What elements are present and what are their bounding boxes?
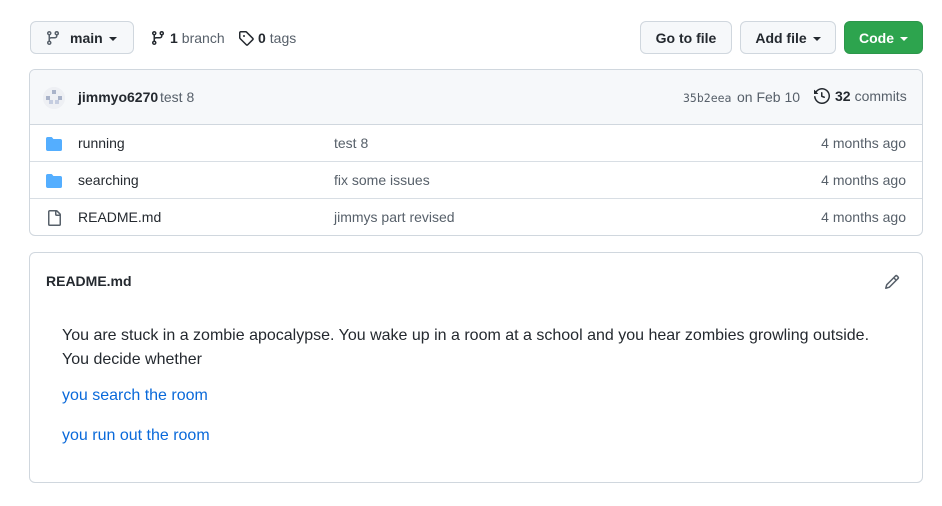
- chevron-down-icon: [108, 36, 117, 41]
- branch-select-button[interactable]: main: [30, 21, 134, 54]
- go-to-file-label: Go to file: [655, 29, 717, 46]
- file-row-searching[interactable]: searching fix some issues 4 months ago: [30, 162, 922, 199]
- branches-link[interactable]: 1 branch: [150, 21, 225, 54]
- search-room-link[interactable]: you search the room: [62, 387, 208, 405]
- pencil-icon[interactable]: [884, 274, 900, 290]
- add-file-button[interactable]: Add file: [740, 21, 836, 54]
- tag-label: tags: [269, 29, 297, 46]
- file-name[interactable]: running: [78, 135, 125, 151]
- commits-link[interactable]: 32 commits: [814, 88, 907, 104]
- git-branch-icon: [151, 30, 164, 45]
- branch-label: branch: [181, 29, 225, 46]
- commit-sha[interactable]: 35b2eea: [683, 91, 731, 105]
- commit-count: 32: [835, 88, 851, 104]
- file-browser: jimmyo6270 test 8 35b2eea on Feb 10 32 c…: [29, 69, 923, 236]
- go-to-file-button[interactable]: Go to file: [640, 21, 732, 54]
- file-commit-message[interactable]: jimmys part revised: [334, 209, 455, 225]
- file-row-readme[interactable]: README.md jimmys part revised 4 months a…: [30, 199, 922, 235]
- identicon-icon: [43, 87, 65, 109]
- chevron-down-icon: [900, 36, 908, 41]
- commit-count-label: commits: [854, 88, 907, 104]
- tags-link[interactable]: 0 tags: [238, 21, 296, 54]
- file-age: 4 months ago: [821, 172, 906, 188]
- avatar[interactable]: [43, 87, 65, 109]
- run-out-room-link[interactable]: you run out the room: [62, 427, 210, 445]
- latest-commit-bar: jimmyo6270 test 8 35b2eea on Feb 10 32 c…: [30, 70, 922, 125]
- chevron-down-icon: [812, 36, 821, 41]
- repo-toolbar: main 1 branch 0 tags Go to file Add file…: [30, 21, 923, 54]
- readme-title: README.md: [46, 273, 132, 289]
- file-age: 4 months ago: [821, 135, 906, 151]
- tag-icon: [239, 30, 254, 46]
- file-name[interactable]: README.md: [78, 209, 161, 225]
- code-button[interactable]: Code: [844, 21, 923, 54]
- file-age: 4 months ago: [821, 209, 906, 225]
- file-commit-message[interactable]: test 8: [334, 135, 368, 151]
- history-icon: [814, 88, 830, 104]
- folder-icon: [46, 174, 62, 188]
- commit-date: on Feb 10: [737, 89, 801, 105]
- commit-author[interactable]: jimmyo6270: [78, 89, 158, 105]
- commit-message[interactable]: test 8: [160, 89, 194, 105]
- code-label: Code: [859, 29, 894, 46]
- file-row-running[interactable]: running test 8 4 months ago: [30, 125, 922, 162]
- file-name[interactable]: searching: [78, 172, 139, 188]
- tag-count: 0: [258, 29, 266, 46]
- branch-name: main: [70, 29, 103, 46]
- branch-count: 1: [170, 29, 178, 46]
- git-branch-icon: [46, 30, 59, 45]
- file-commit-message[interactable]: fix some issues: [334, 172, 430, 188]
- readme-panel: README.md You are stuck in a zombie apoc…: [29, 252, 923, 483]
- file-icon: [48, 210, 61, 226]
- readme-paragraph: You are stuck in a zombie apocalypse. Yo…: [62, 327, 870, 368]
- add-file-label: Add file: [755, 29, 807, 46]
- folder-icon: [46, 137, 62, 151]
